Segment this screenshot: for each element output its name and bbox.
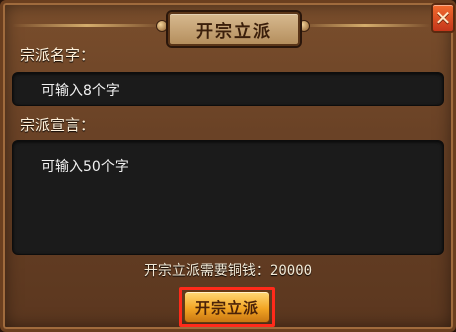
sect-declaration-input[interactable]: 可输入50个字 (12, 140, 444, 255)
ornament-knob-left-icon (156, 20, 168, 32)
cost-info: 开宗立派需要铜钱：20000 (0, 260, 456, 280)
sect-name-placeholder: 可输入8个字 (41, 83, 120, 99)
close-icon: ✕ (434, 6, 452, 30)
title-ornament-right (300, 24, 430, 27)
sect-declaration-placeholder: 可输入50个字 (41, 159, 129, 175)
sect-name-input[interactable]: 可输入8个字 (12, 72, 444, 106)
create-sect-button[interactable]: 开宗立派 (184, 291, 270, 323)
cost-label: 开宗立派需要铜钱： (143, 263, 270, 279)
create-sect-button-label: 开宗立派 (194, 298, 259, 317)
dialog-title: 开宗立派 (196, 21, 272, 42)
cost-amount: 20000 (269, 263, 313, 279)
sect-name-label: 宗派名字： (20, 46, 96, 64)
dialog-title-plate: 开宗立派 (168, 12, 300, 46)
sect-declaration-label: 宗派宣言： (20, 116, 96, 134)
close-button[interactable]: ✕ (431, 3, 455, 33)
title-ornament-left (12, 24, 162, 27)
